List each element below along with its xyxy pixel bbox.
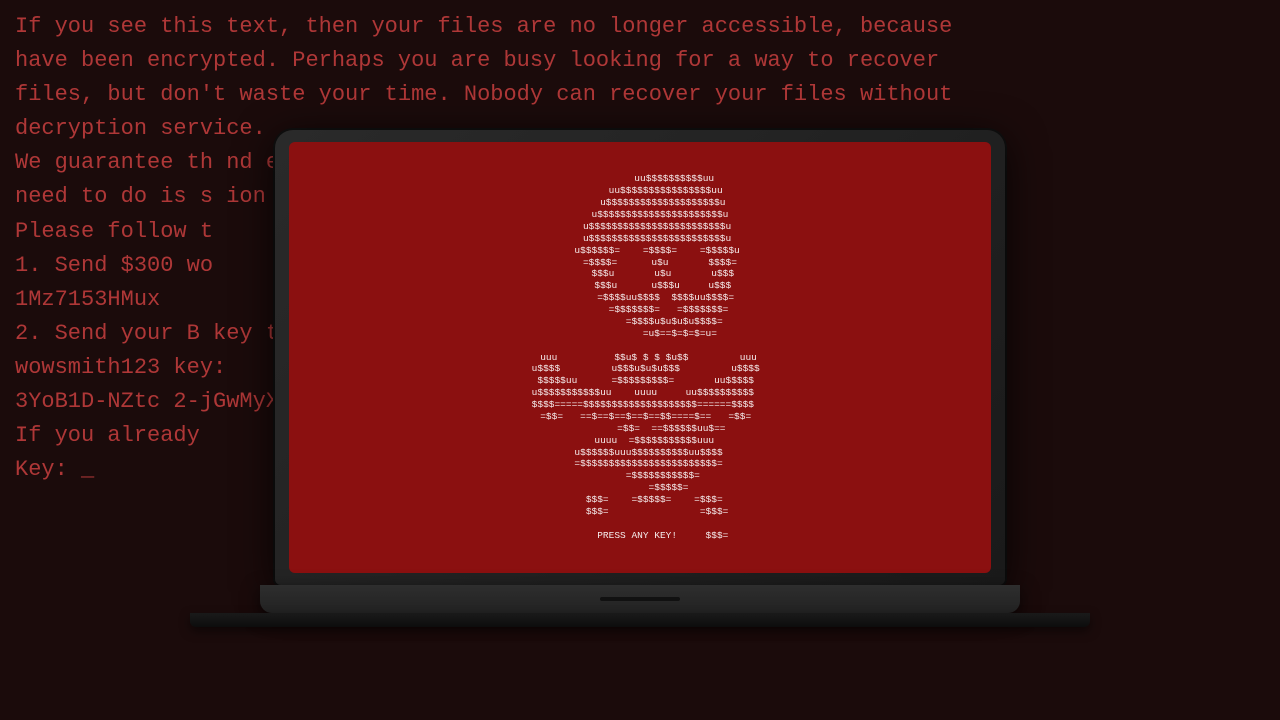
laptop-base xyxy=(260,585,1020,613)
laptop: uu$$$$$$$$$$uu uu$$$$$$$$$$$$$$$$uu u$$$… xyxy=(275,130,1005,640)
bg-line-2: have been encrypted. Perhaps you are bus… xyxy=(15,44,1265,78)
bg-line-3: files, but don't waste your time. Nobody… xyxy=(15,78,1265,112)
laptop-lid: uu$$$$$$$$$$uu uu$$$$$$$$$$$$$$$$uu u$$$… xyxy=(275,130,1005,585)
laptop-screen: uu$$$$$$$$$$uu uu$$$$$$$$$$$$$$$$uu u$$$… xyxy=(289,142,991,573)
laptop-trackpad xyxy=(600,597,680,601)
bg-line-1: If you see this text, then your files ar… xyxy=(15,10,1265,44)
skull-ascii-art: uu$$$$$$$$$$uu uu$$$$$$$$$$$$$$$$uu u$$$… xyxy=(510,163,769,551)
laptop-foot xyxy=(190,613,1090,627)
